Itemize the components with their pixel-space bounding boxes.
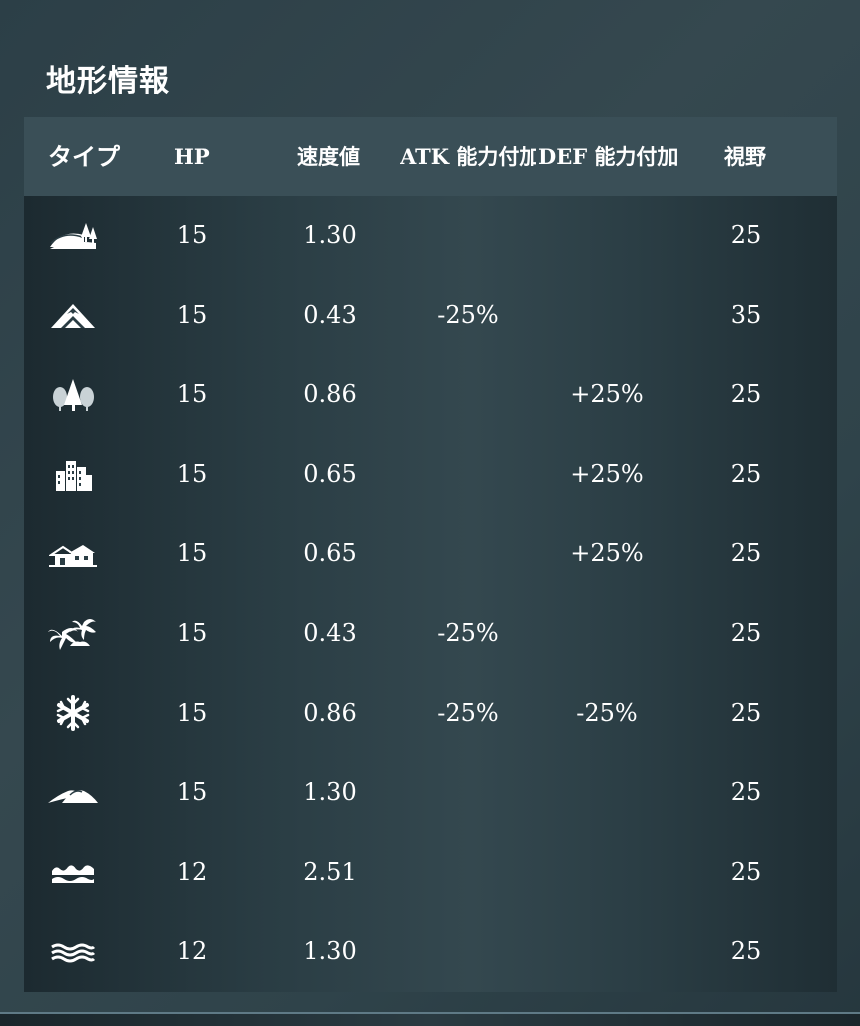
city-icon xyxy=(46,435,100,515)
speed-value: 1.30 xyxy=(303,221,357,249)
atk-value xyxy=(422,196,514,276)
header-type: タイプ xyxy=(48,142,120,171)
table-row: 15 0.86 -25% -25% 25 xyxy=(24,674,837,754)
def-value: +25% xyxy=(570,380,644,409)
def-value xyxy=(561,196,653,276)
atk-value xyxy=(422,435,514,515)
view-value: 25 xyxy=(730,937,762,966)
table-row: 15 0.43 -25% 25 xyxy=(24,594,837,674)
speed-value: 2.51 xyxy=(303,857,357,886)
table-row: 15 0.43 -25% 35 xyxy=(24,276,837,356)
hp-value: 15 xyxy=(176,221,208,249)
speed-value: 0.86 xyxy=(303,380,357,409)
atk-value xyxy=(422,355,514,435)
hp-value: 15 xyxy=(176,778,208,807)
village-icon xyxy=(46,514,100,594)
view-value: 25 xyxy=(730,698,762,727)
header-atk: ATK 能力付加 xyxy=(400,144,536,169)
table-header: タイプ HP 速度値 ATK 能力付加 DEF 能力付加 視野 xyxy=(24,117,837,196)
speed-value: 1.30 xyxy=(303,937,357,966)
hp-value: 15 xyxy=(176,619,208,647)
hp-value: 15 xyxy=(176,698,208,727)
def-value: +25% xyxy=(570,459,644,488)
speed-value: 0.86 xyxy=(303,698,357,727)
hp-value: 15 xyxy=(176,539,208,568)
atk-value: -25% xyxy=(437,619,499,647)
table-row: 12 2.51 25 xyxy=(24,833,837,913)
def-value xyxy=(561,753,653,833)
view-value: 25 xyxy=(730,778,762,807)
snow-icon xyxy=(46,674,100,754)
header-speed: 速度値 xyxy=(297,144,360,169)
def-value: -25% xyxy=(576,698,638,727)
sea-icon xyxy=(46,833,100,913)
atk-value xyxy=(422,833,514,913)
speed-value: 0.43 xyxy=(303,619,357,647)
def-value xyxy=(561,833,653,913)
hp-value: 15 xyxy=(176,459,208,488)
view-value: 25 xyxy=(730,539,762,568)
table-row: 15 0.65 +25% 25 xyxy=(24,514,837,594)
shallow-water-icon xyxy=(46,912,100,992)
def-value xyxy=(561,912,653,992)
atk-value xyxy=(422,514,514,594)
view-value: 25 xyxy=(730,459,762,488)
header-view: 視野 xyxy=(724,144,766,169)
mountain-icon xyxy=(46,276,100,356)
table-row: 15 0.65 +25% 25 xyxy=(24,435,837,515)
atk-value: -25% xyxy=(437,698,499,727)
table-row: 15 1.30 25 xyxy=(24,753,837,833)
header-def: DEF 能力付加 xyxy=(538,144,679,169)
page-title: 地形情報 xyxy=(46,64,170,99)
view-value: 25 xyxy=(730,619,762,647)
hp-value: 12 xyxy=(176,937,208,966)
atk-value: -25% xyxy=(437,300,499,329)
speed-value: 0.65 xyxy=(303,459,357,488)
terrain-table: タイプ HP 速度値 ATK 能力付加 DEF 能力付加 視野 15 1.30 xyxy=(24,117,837,992)
view-value: 25 xyxy=(730,380,762,409)
speed-value: 1.30 xyxy=(303,778,357,807)
table-row: 15 1.30 25 xyxy=(24,196,837,276)
view-value: 35 xyxy=(730,300,762,329)
table-row: 12 1.30 25 xyxy=(24,912,837,992)
view-value: 25 xyxy=(730,857,762,886)
hp-value: 15 xyxy=(176,300,208,329)
speed-value: 0.65 xyxy=(303,539,357,568)
jungle-icon xyxy=(46,594,100,674)
speed-value: 0.43 xyxy=(303,300,357,329)
hp-value: 12 xyxy=(176,857,208,886)
forest-icon xyxy=(46,355,100,435)
def-value: +25% xyxy=(570,539,644,568)
desert-icon xyxy=(46,753,100,833)
view-value: 25 xyxy=(730,221,762,249)
def-value xyxy=(561,594,653,674)
table-row: 15 0.86 +25% 25 xyxy=(24,355,837,435)
atk-value xyxy=(422,912,514,992)
header-hp: HP xyxy=(174,144,210,169)
hp-value: 15 xyxy=(176,380,208,409)
def-value xyxy=(561,276,653,356)
plains-icon xyxy=(46,196,100,276)
atk-value xyxy=(422,753,514,833)
